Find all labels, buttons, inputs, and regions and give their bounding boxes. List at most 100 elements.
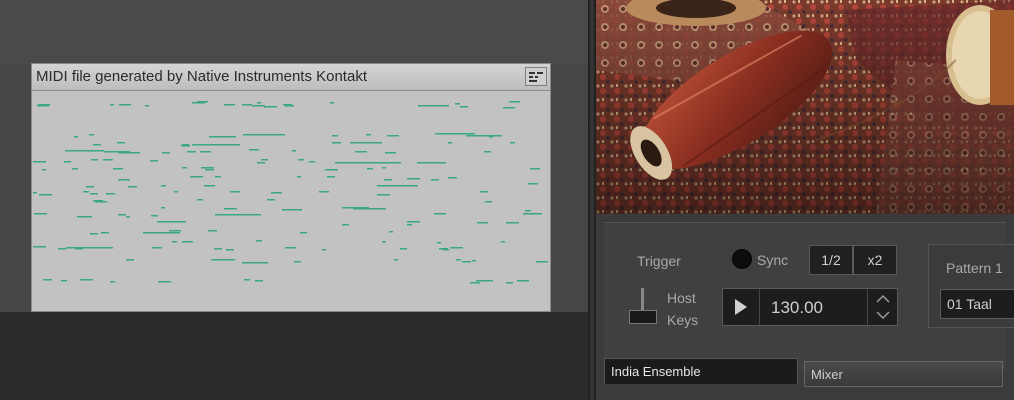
midi-note [118,179,127,181]
midi-note [181,145,190,147]
midi-note [101,232,109,234]
tempo-value[interactable]: 130.00 [771,298,823,318]
midi-note [162,152,170,154]
midi-note [119,104,130,106]
midi-note [297,176,301,178]
midi-note [126,216,130,218]
midi-note [335,162,375,164]
midi-note [143,232,180,234]
midi-note [158,281,171,283]
midi-note [503,107,515,109]
midi-note [298,159,304,161]
midi-note [462,261,471,263]
midi-note [285,247,296,249]
midi-note [104,151,130,153]
host-label: Host [667,290,696,306]
midi-note [394,259,398,261]
midi-note [448,177,457,179]
midi-note [95,201,107,203]
instrument-artwork [596,0,1014,214]
midi-note [58,248,66,250]
midi-note [151,215,158,217]
midi-note [83,191,89,193]
clip-menu-button[interactable] [525,67,547,86]
midi-note [89,134,94,136]
sync-toggle[interactable] [732,249,752,269]
tab-mixer[interactable]: Mixer [804,361,1003,387]
midi-note [103,159,113,161]
midi-note [204,185,215,187]
midi-note [455,103,460,105]
panel-divider [588,0,596,400]
midi-note [472,260,476,262]
midi-note [377,194,390,196]
midi-note [224,104,235,106]
midi-note [91,159,98,161]
midi-note [448,142,452,144]
midi-note [435,133,469,135]
midi-note [366,134,371,136]
midi-note [509,101,520,103]
midi-note [460,106,468,108]
midi-note [332,135,338,137]
tab-india-ensemble[interactable]: India Ensemble [604,358,798,384]
midi-note [113,168,123,170]
midi-note [382,241,386,243]
midi-note [128,186,137,188]
midi-clip-title-bar[interactable]: MIDI file generated by Native Instrument… [32,64,550,91]
midi-note [244,279,250,281]
midi-note [242,262,268,264]
midi-note [200,151,211,153]
double-time-button[interactable]: x2 [853,245,897,275]
midi-note [110,281,115,283]
midi-note [530,168,540,170]
pattern-dropdown[interactable]: 01 Taal [940,289,1014,319]
midi-note [37,105,49,107]
midi-note [536,261,548,263]
empty-track-area-top [0,0,588,64]
midi-note [169,230,181,232]
play-icon [735,299,747,315]
midi-note [192,102,205,104]
midi-note [417,162,446,164]
empty-track-area-bottom [0,312,588,400]
play-button[interactable] [723,289,760,325]
midi-note [190,176,203,178]
midi-note [252,105,265,107]
midi-note [211,259,235,261]
midi-note [350,142,382,144]
midi-clip-window[interactable]: MIDI file generated by Native Instrument… [31,63,551,312]
midi-note [387,135,399,137]
host-keys-switch[interactable] [629,310,657,324]
midi-note [267,199,275,201]
midi-note [43,279,52,281]
midi-note [384,179,392,181]
drums-artwork-image [596,0,1014,214]
half-time-button[interactable]: 1/2 [809,245,853,275]
midi-note [407,224,412,226]
midi-note [466,135,502,137]
midi-note [389,231,393,233]
midi-note [531,213,542,215]
midi-note [256,240,262,242]
midi-note [161,185,166,187]
midi-note [158,247,162,249]
midi-note [434,213,446,215]
midi-note [145,105,149,107]
midi-note [294,261,301,263]
midi-note [90,193,98,195]
midi-note [33,161,46,163]
midi-note [150,160,158,162]
midi-note [90,233,98,235]
midi-note [230,191,240,193]
midi-note [197,199,203,201]
tempo-stepper[interactable] [867,289,898,325]
midi-note-display [33,101,548,284]
midi-note [65,150,104,152]
midi-note [33,192,37,194]
midi-note [437,242,441,244]
midi-note [322,249,326,251]
midi-note [282,209,302,211]
midi-note [257,162,265,164]
midi-note [39,194,52,196]
